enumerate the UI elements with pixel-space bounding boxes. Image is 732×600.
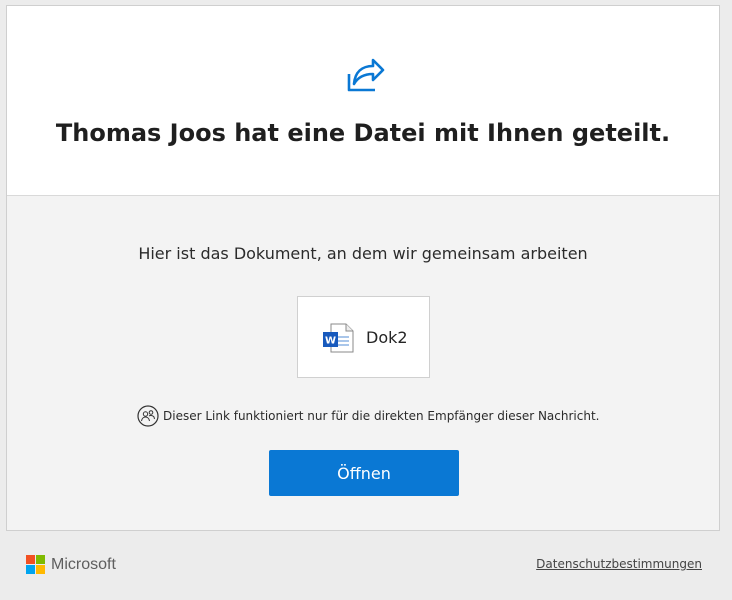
- link-notice: Dieser Link funktioniert nur für die dir…: [137, 405, 599, 427]
- people-icon: [137, 405, 159, 427]
- share-message: Hier ist das Dokument, an dem wir gemein…: [138, 244, 588, 263]
- svg-text:W: W: [325, 336, 336, 347]
- share-card: Thomas Joos hat eine Datei mit Ihnen get…: [6, 5, 720, 531]
- brand-name: Microsoft: [51, 555, 116, 573]
- document-tile[interactable]: W Dok2: [297, 296, 430, 378]
- document-name: Dok2: [366, 328, 408, 347]
- microsoft-grid-icon: [26, 555, 45, 574]
- card-header: Thomas Joos hat eine Datei mit Ihnen get…: [7, 6, 719, 196]
- microsoft-logo: Microsoft: [26, 555, 116, 574]
- open-button[interactable]: Öffnen: [269, 450, 459, 496]
- word-document-icon: W: [323, 323, 354, 353]
- privacy-link[interactable]: Datenschutzbestimmungen: [536, 557, 702, 571]
- link-notice-text: Dieser Link funktioniert nur für die dir…: [163, 409, 600, 423]
- share-arrow-icon: [347, 58, 385, 92]
- page-title: Thomas Joos hat eine Datei mit Ihnen get…: [55, 119, 671, 147]
